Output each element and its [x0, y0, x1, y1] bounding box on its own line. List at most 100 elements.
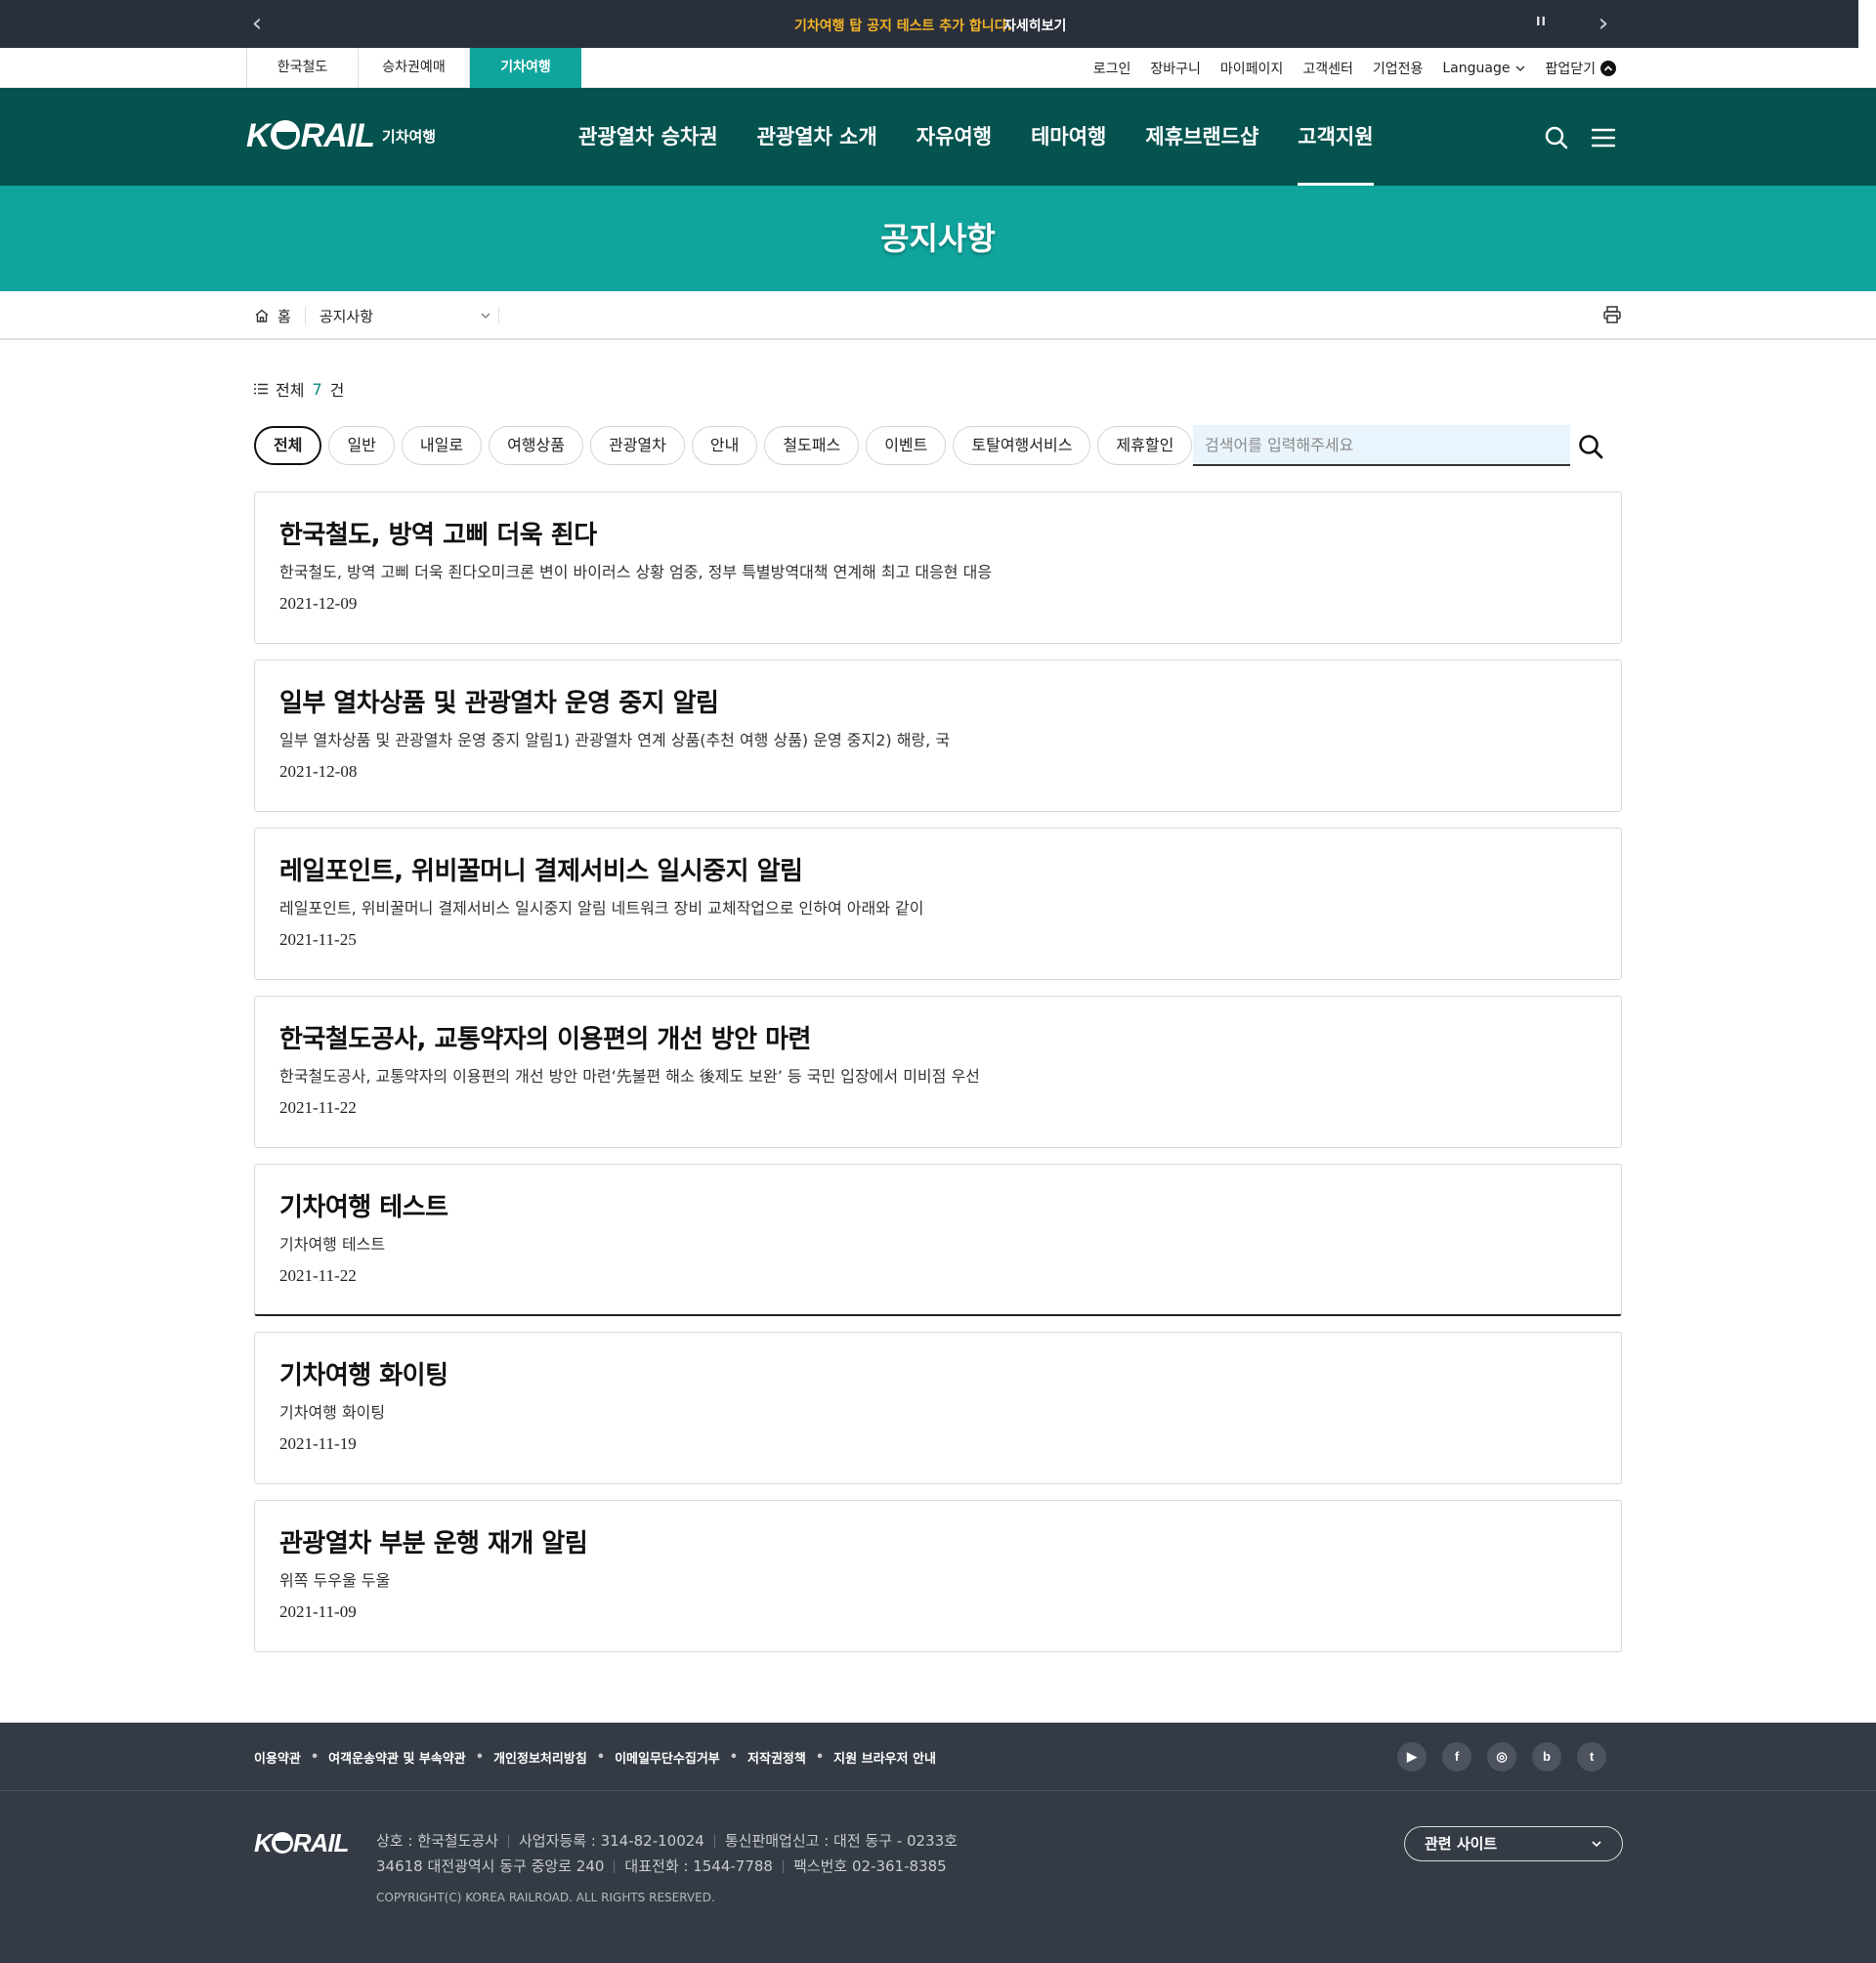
footer-link-separator: • — [596, 1749, 606, 1765]
utility-bar: 한국철도 승차권예매 기차여행 로그인 장바구니 마이페이지 고객센터 기업전용… — [0, 48, 1876, 88]
filter-event[interactable]: 이벤트 — [866, 426, 947, 465]
company-fax: 팩스번호 02-361-8385 — [792, 1857, 947, 1875]
notice-card[interactable]: 기차여행 화이팅 기차여행 화이팅 2021-11-19 — [254, 1332, 1622, 1484]
site-tab-korail[interactable]: 한국철도 — [247, 48, 359, 88]
notice-summary: 한국철도, 방역 고삐 더욱 죈다오미크론 변이 바이러스 상황 엄중, 정부 … — [279, 563, 993, 581]
mypage-link[interactable]: 마이페이지 — [1220, 59, 1283, 78]
filter-travel-products[interactable]: 여행상품 — [489, 426, 583, 465]
breadcrumb: 홈 공지사항 — [0, 291, 1876, 340]
list-icon — [254, 383, 268, 395]
main-header: K RAIL 기차여행 관광열차 승차권 관광열차 소개 자유여행 테마여행 제휴… — [0, 88, 1876, 186]
nav-tourist-train-intro[interactable]: 관광열차 소개 — [757, 88, 877, 186]
search-input[interactable] — [1193, 425, 1570, 464]
company-address: 34618 대전광역시 동구 중앙로 240 — [376, 1857, 605, 1875]
filter-partner-discount[interactable]: 제휴할인 — [1097, 426, 1193, 465]
breadcrumb-home[interactable]: 홈 — [254, 307, 306, 325]
notice-card[interactable]: 한국철도, 방역 고삐 더욱 죈다 한국철도, 방역 고삐 더욱 죈다오미크론 … — [254, 491, 1622, 644]
menu-icon[interactable] — [1591, 125, 1616, 150]
utility-links: 로그인 장바구니 마이페이지 고객센터 기업전용 Language 팝업닫기 — [1093, 48, 1616, 88]
notice-card[interactable]: 일부 열차상품 및 관광열차 운영 중지 알림 일부 열차상품 및 관광열차 운… — [254, 660, 1622, 812]
search-icon[interactable] — [1544, 125, 1569, 150]
footer-link-separator: • — [475, 1749, 485, 1765]
notice-date: 2021-11-22 — [279, 1266, 357, 1285]
company-name: 상호 : 한국철도공사 — [376, 1832, 498, 1850]
cart-link[interactable]: 장바구니 — [1150, 59, 1201, 78]
filter-general[interactable]: 일반 — [328, 426, 395, 465]
notice-title: 한국철도공사, 교통약자의 이용편의 개선 방안 마련 — [279, 1025, 811, 1054]
site-tab-train-travel[interactable]: 기차여행 — [470, 48, 581, 88]
print-icon[interactable] — [1602, 305, 1622, 324]
footer-info: K RAIL 상호 : 한국철도공사 사업자등록 : 314-82-10024 통… — [0, 1791, 1876, 1963]
filter-naeilro[interactable]: 내일로 — [401, 426, 483, 465]
search-box — [1193, 425, 1570, 466]
instagram-icon[interactable]: ◎ — [1487, 1742, 1516, 1771]
footer-links: 이용약관 • 여객운송약관 및 부속약관 • 개인정보처리방침 • 이메일무단수… — [254, 1723, 936, 1791]
twitter-icon[interactable]: t — [1577, 1742, 1606, 1771]
notice-title: 관광열차 부분 운행 재개 알림 — [279, 1529, 588, 1558]
footer-link-separator: • — [729, 1749, 739, 1765]
youtube-icon[interactable]: ▶ — [1397, 1742, 1427, 1771]
notice-text[interactable]: 기차여행 탑 공지 테스트 추가 합니다. — [794, 16, 1012, 35]
nav-theme-travel[interactable]: 테마여행 — [1031, 88, 1106, 186]
notice-title: 일부 열차상품 및 관광열차 운영 중지 알림 — [279, 689, 719, 718]
notice-card[interactable]: 관광열차 부분 운행 재개 알림 위쪽 두우울 두울 2021-11-09 — [254, 1500, 1622, 1652]
site-tabs: 한국철도 승차권예매 기차여행 — [246, 48, 581, 88]
notice-summary: 기차여행 테스트 — [279, 1235, 386, 1254]
footer-link-terms[interactable]: 이용약관 — [254, 1748, 301, 1767]
popup-close-button[interactable]: 팝업닫기 — [1545, 59, 1616, 78]
notice-summary: 일부 열차상품 및 관광열차 운영 중지 알림1) 관광열차 연계 상품(추천 … — [279, 731, 951, 749]
logo-subtitle: 기차여행 — [381, 128, 437, 146]
copyright-text: COPYRIGHT(C) KOREA RAILROAD. ALL RIGHTS … — [376, 1891, 715, 1904]
total-number: 7 — [312, 379, 322, 399]
korail-logo[interactable]: K RAIL 기차여행 — [246, 117, 436, 155]
notice-title: 기차여행 테스트 — [279, 1193, 448, 1222]
company-phone: 대표전화 : 1544-7788 — [624, 1857, 773, 1875]
filter-all[interactable]: 전체 — [254, 426, 322, 465]
social-links: ▶ f ◎ b t — [1397, 1742, 1606, 1771]
company-info: 상호 : 한국철도공사 사업자등록 : 314-82-10024 통신판매업신고… — [376, 1828, 958, 1910]
notice-next-button[interactable]: › — [1591, 11, 1616, 36]
footer-link-privacy[interactable]: 개인정보처리방침 — [493, 1748, 587, 1767]
notice-prev-button[interactable]: ‹ — [244, 11, 270, 36]
footer-link-copyright[interactable]: 저작권정책 — [747, 1748, 806, 1767]
notice-card[interactable]: 한국철도공사, 교통약자의 이용편의 개선 방안 마련 한국철도공사, 교통약자… — [254, 996, 1622, 1148]
facebook-icon[interactable]: f — [1442, 1742, 1471, 1771]
notice-card[interactable]: 기차여행 테스트 기차여행 테스트 2021-11-22 — [254, 1164, 1622, 1316]
footer-link-email-refusal[interactable]: 이메일무단수집거부 — [615, 1748, 720, 1767]
nav-customer-support[interactable]: 고객지원 — [1298, 88, 1374, 186]
filter-total-travel-service[interactable]: 토탈여행서비스 — [953, 426, 1091, 465]
footer-link-transport-terms[interactable]: 여객운송약관 및 부속약관 — [328, 1748, 466, 1767]
total-prefix: 전체 — [276, 381, 305, 400]
notice-summary: 기차여행 화이팅 — [279, 1403, 386, 1422]
notice-pause-button[interactable]: II — [1536, 15, 1547, 28]
mail-order-number: 통신판매업신고 : 대전 동구 - 0233호 — [724, 1832, 958, 1850]
nav-free-travel[interactable]: 자유여행 — [917, 88, 992, 186]
notice-title: 한국철도, 방역 고삐 더욱 죈다 — [279, 521, 597, 550]
notice-list: 한국철도, 방역 고삐 더욱 죈다 한국철도, 방역 고삐 더욱 죈다오미크론 … — [254, 491, 1622, 1668]
related-sites-label: 관련 사이트 — [1425, 1835, 1498, 1853]
notice-date: 2021-12-08 — [279, 762, 358, 781]
search-button[interactable] — [1577, 433, 1604, 460]
notice-detail-link[interactable]: 자세히보기 — [1003, 16, 1066, 35]
notice-card[interactable]: 레일포인트, 위비꿀머니 결제서비스 일시중지 알림 레일포인트, 위비꿀머니 … — [254, 828, 1622, 980]
language-select[interactable]: Language — [1442, 61, 1525, 76]
corporate-link[interactable]: 기업전용 — [1373, 59, 1424, 78]
nav-tourist-train-ticket[interactable]: 관광열차 승차권 — [578, 88, 718, 186]
page-title-band: 공지사항 — [0, 186, 1876, 291]
filter-rail-pass[interactable]: 철도패스 — [764, 426, 860, 465]
customer-center-link[interactable]: 고객센터 — [1302, 59, 1353, 78]
site-tab-ticketing[interactable]: 승차권예매 — [359, 48, 470, 88]
breadcrumb-current-select[interactable]: 공지사항 — [306, 307, 499, 325]
chevron-up-icon — [1600, 60, 1616, 76]
related-sites-select[interactable]: 관련 사이트 — [1404, 1826, 1623, 1861]
footer-link-browsers[interactable]: 지원 브라우저 안내 — [833, 1748, 936, 1767]
login-link[interactable]: 로그인 — [1093, 59, 1131, 78]
korail-wordmark: K RAIL — [246, 117, 375, 154]
total-suffix: 건 — [329, 381, 345, 400]
blog-icon[interactable]: b — [1532, 1742, 1561, 1771]
filter-guide[interactable]: 안내 — [691, 426, 758, 465]
nav-partner-shop[interactable]: 제휴브랜드샵 — [1145, 88, 1258, 186]
filter-tourist-train[interactable]: 관광열차 — [589, 426, 685, 465]
top-notice-bar: ‹ 기차여행 탑 공지 테스트 추가 합니다. 자세히보기 II › — [0, 0, 1858, 48]
chevron-down-icon — [1592, 1841, 1601, 1848]
